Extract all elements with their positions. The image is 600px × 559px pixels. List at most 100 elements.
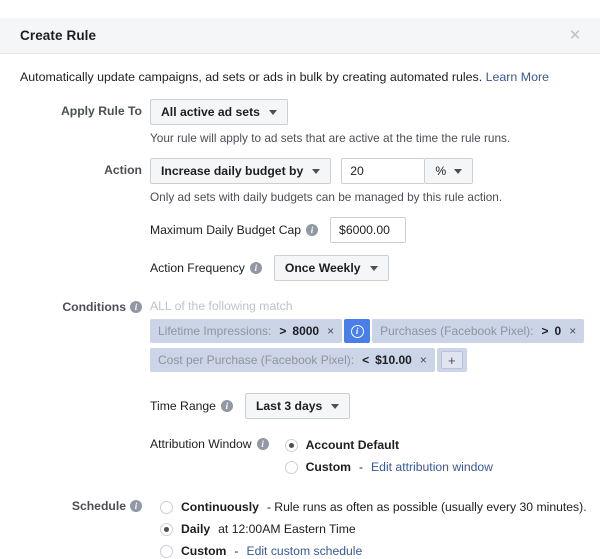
info-icon[interactable]: i <box>130 500 142 512</box>
radio-sublabel: at 12:00AM Eastern Time <box>218 522 356 537</box>
condition-metric: Cost per Purchase (Facebook Pixel): <box>158 353 354 367</box>
radio-custom-schedule[interactable]: Custom - Edit custom schedule <box>160 544 600 559</box>
apply-rule-to-help: Your rule will apply to ad sets that are… <box>150 131 600 146</box>
attribution-window-options: Account Default Custom - Edit attributio… <box>285 435 493 475</box>
radio-daily[interactable]: Daily at 12:00AM Eastern Time <box>160 522 600 537</box>
apply-rule-to-value: All active ad sets <box>161 105 260 119</box>
edit-custom-schedule-link[interactable]: Edit custom schedule <box>246 544 362 559</box>
create-rule-dialog: Create Rule ✕ Automatically update campa… <box>0 18 600 559</box>
radio-button[interactable] <box>285 439 298 452</box>
intro-text: Automatically update campaigns, ad sets … <box>0 54 600 85</box>
action-type-dropdown[interactable]: Increase daily budget by <box>150 158 331 184</box>
attribution-window-label: Attribution Window i <box>150 435 269 451</box>
condition-operator: < <box>362 353 369 367</box>
close-icon[interactable]: ✕ <box>566 27 584 45</box>
info-icon[interactable]: i <box>306 224 318 236</box>
radio-button[interactable] <box>285 461 298 474</box>
info-icon[interactable]: i <box>130 301 142 313</box>
conditions-field: ALL of the following match Lifetime Impr… <box>150 295 600 475</box>
schedule-label-text: Schedule <box>72 499 126 513</box>
time-range-row: Time Range i Last 3 days <box>150 393 600 419</box>
time-range-value: Last 3 days <box>256 399 322 413</box>
apply-rule-to-dropdown[interactable]: All active ad sets <box>150 99 288 125</box>
condition-metric: Purchases (Facebook Pixel): <box>380 324 533 338</box>
remove-condition-icon[interactable]: × <box>420 353 427 367</box>
radio-label: Daily <box>181 522 210 537</box>
chevron-down-icon <box>331 404 339 409</box>
dialog-header: Create Rule ✕ <box>0 18 600 54</box>
condition-operator: > <box>542 324 549 338</box>
budget-cap-row: Maximum Daily Budget Cap i <box>150 217 600 243</box>
info-icon[interactable]: i <box>257 438 269 450</box>
schedule-label: Schedule i <box>0 497 150 513</box>
conditions-label: Conditions i <box>0 295 150 314</box>
condition-pill[interactable]: Lifetime Impressions: > 8000 × <box>150 319 342 343</box>
action-frequency-row: Action Frequency i Once Weekly <box>150 255 600 281</box>
condition-line: Cost per Purchase (Facebook Pixel): < $1… <box>150 348 600 372</box>
radio-button[interactable] <box>160 523 173 536</box>
radio-label: Custom <box>306 460 351 475</box>
condition-info-button[interactable]: i <box>344 319 370 343</box>
radio-label: Continuously <box>181 500 259 515</box>
time-range-dropdown[interactable]: Last 3 days <box>245 393 350 419</box>
condition-value: $10.00 <box>375 353 412 367</box>
radio-custom-attribution[interactable]: Custom - Edit attribution window <box>285 460 493 475</box>
attribution-window-label-text: Attribution Window <box>150 437 252 451</box>
schedule-options: Continuously - Rule runs as often as pos… <box>160 497 600 559</box>
radio-label: Account Default <box>306 438 399 453</box>
conditions-label-text: Conditions <box>62 300 126 314</box>
budget-cap-label-text: Maximum Daily Budget Cap <box>150 223 301 237</box>
intro-description: Automatically update campaigns, ad sets … <box>20 70 482 84</box>
action-amount-combo: % <box>341 158 473 184</box>
action-frequency-label: Action Frequency i <box>150 261 262 275</box>
radio-button[interactable] <box>160 545 173 558</box>
radio-sublabel: - <box>234 544 238 559</box>
info-icon[interactable]: i <box>250 262 262 274</box>
remove-condition-icon[interactable]: × <box>327 324 334 338</box>
conditions-row: Conditions i ALL of the following match … <box>0 295 600 475</box>
schedule-field: Continuously - Rule runs as often as pos… <box>150 497 600 559</box>
add-condition-button[interactable]: + <box>441 351 463 369</box>
conditions-match-text: ALL of the following match <box>150 295 600 314</box>
radio-sublabel: - Rule runs as often as possible (usuall… <box>267 500 587 515</box>
radio-sublabel: - <box>359 460 363 475</box>
edit-attribution-window-link[interactable]: Edit attribution window <box>371 460 493 475</box>
attribution-window-row: Attribution Window i Account Default Cus… <box>150 435 600 475</box>
action-help: Only ad sets with daily budgets can be m… <box>150 190 600 205</box>
chevron-down-icon <box>269 110 277 115</box>
action-row: Action Increase daily budget by % <box>0 158 600 281</box>
info-icon[interactable]: i <box>221 400 233 412</box>
condition-pill[interactable]: Purchases (Facebook Pixel): > 0 × <box>372 319 584 343</box>
radio-label: Custom <box>181 544 226 559</box>
condition-value: 0 <box>555 324 562 338</box>
condition-metric: Lifetime Impressions: <box>158 324 271 338</box>
action-frequency-dropdown[interactable]: Once Weekly <box>274 255 389 281</box>
radio-continuously[interactable]: Continuously - Rule runs as often as pos… <box>160 500 600 515</box>
action-unit-dropdown[interactable]: % <box>425 158 473 184</box>
conditions-list: Lifetime Impressions: > 8000 × i Purchas… <box>150 319 600 377</box>
learn-more-link[interactable]: Learn More <box>486 70 549 84</box>
page-title: Create Rule <box>20 28 566 43</box>
apply-rule-to-label: Apply Rule To <box>0 99 150 118</box>
action-frequency-label-text: Action Frequency <box>150 261 245 275</box>
spacer <box>0 146 600 158</box>
budget-cap-input[interactable] <box>330 217 406 243</box>
chevron-down-icon <box>312 169 320 174</box>
condition-line: Lifetime Impressions: > 8000 × i Purchas… <box>150 319 584 343</box>
action-unit-value: % <box>435 164 446 178</box>
time-range-label: Time Range i <box>150 399 233 413</box>
remove-condition-icon[interactable]: × <box>569 324 576 338</box>
rule-form: Apply Rule To All active ad sets Your ru… <box>0 85 600 559</box>
radio-button[interactable] <box>160 501 173 514</box>
condition-pill[interactable]: Cost per Purchase (Facebook Pixel): < $1… <box>150 348 435 372</box>
action-frequency-value: Once Weekly <box>285 261 361 275</box>
condition-value: 8000 <box>292 324 319 338</box>
chevron-down-icon <box>454 169 462 174</box>
action-amount-input[interactable] <box>341 158 425 184</box>
action-field: Increase daily budget by % Only ad sets … <box>150 158 600 281</box>
chevron-down-icon <box>370 266 378 271</box>
condition-operator: > <box>279 324 286 338</box>
info-icon: i <box>351 325 364 338</box>
action-type-value: Increase daily budget by <box>161 164 303 178</box>
radio-account-default[interactable]: Account Default <box>285 438 493 453</box>
